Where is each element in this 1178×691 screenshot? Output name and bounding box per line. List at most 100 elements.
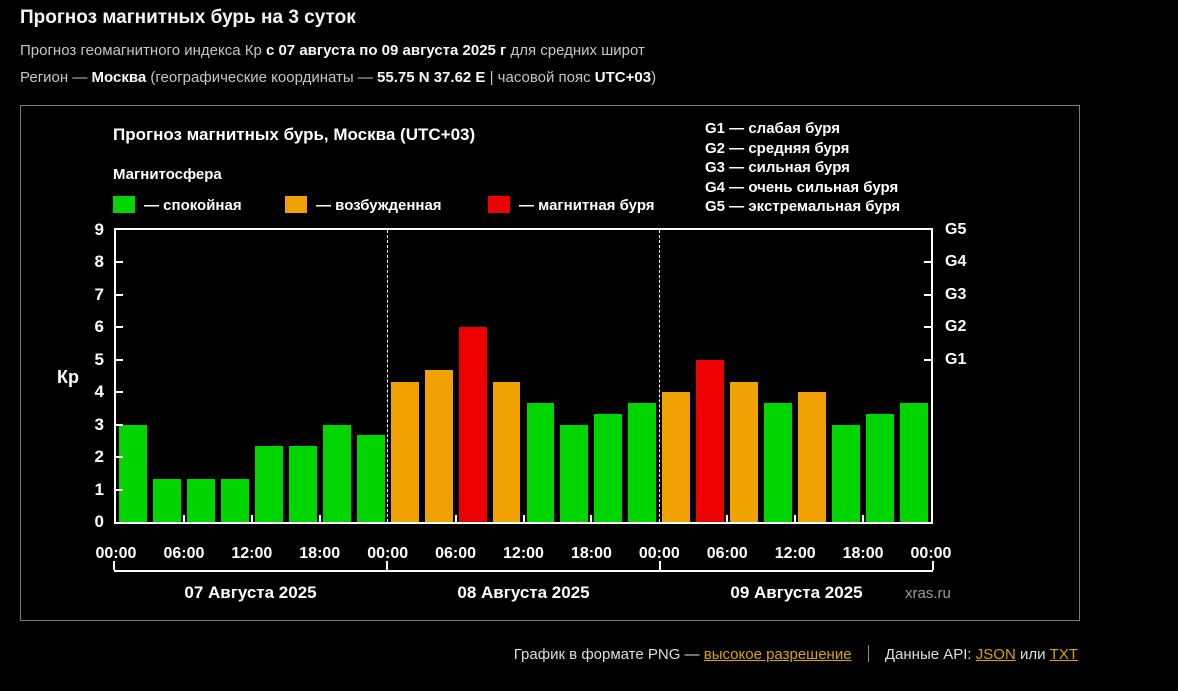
legend-swatch-storm <box>488 196 510 213</box>
txt-link[interactable]: TXT <box>1050 646 1078 663</box>
y-tick <box>116 261 123 264</box>
y-tick-label: 4 <box>94 382 104 402</box>
kp-bar <box>254 446 283 522</box>
kp-bar <box>560 424 589 522</box>
x-tick <box>522 515 525 522</box>
y-tick-label: 9 <box>94 220 104 239</box>
region-tz-prefix: | часовой пояс <box>489 69 591 86</box>
day-separator <box>658 230 660 522</box>
footer-separator <box>867 645 869 662</box>
x-tick <box>182 515 185 522</box>
region-line: Регион — Москва (географические координа… <box>20 69 1158 86</box>
region-name: Москва <box>91 69 147 86</box>
time-label: 06:00 <box>706 545 748 562</box>
time-label: 06:00 <box>435 545 477 562</box>
time-label: 00:00 <box>95 545 137 562</box>
y-tick-label: 7 <box>94 284 104 304</box>
kp-bar <box>798 392 827 522</box>
y-tick-label: 3 <box>94 414 104 434</box>
time-label: 12:00 <box>503 545 544 562</box>
g-legend-line-g4: G4 — очень сильная буря <box>705 178 899 196</box>
region-close-paren: ) <box>651 69 657 86</box>
legend-label-excited: — возбужденная <box>316 197 442 214</box>
g-scale-label: G1 <box>945 350 967 368</box>
y-tick <box>116 293 123 296</box>
legend-label-storm: — магнитная буря <box>519 197 655 214</box>
date-label: 08 Августа 2025 <box>457 583 590 602</box>
g-legend-line-g5: G5 — экстремальная буря <box>705 198 901 215</box>
png-format-text: График в формате PNG — <box>513 646 700 663</box>
y-tick-label: 8 <box>94 252 104 272</box>
legend-label-quiet: — спокойная <box>144 197 242 214</box>
date-axis-tick <box>386 561 388 570</box>
kp-bar <box>866 413 895 522</box>
subtitle-line: Прогноз геомагнитного индекса Кр с 07 ав… <box>20 42 1158 59</box>
g-tick <box>924 358 931 361</box>
legend-item-quiet: — спокойная <box>113 196 242 216</box>
g-tick <box>924 293 931 296</box>
x-tick <box>726 515 729 522</box>
date-axis <box>114 570 933 572</box>
time-label: 00:00 <box>910 545 952 562</box>
g-scale-legend: G1 — слабая буря G2 — средняя буря G3 — … <box>705 119 900 217</box>
kp-bar <box>764 402 793 522</box>
kp-bar <box>356 435 385 522</box>
kp-bar <box>526 402 555 522</box>
legend-swatch-excited <box>285 196 307 213</box>
date-label: 09 Августа 2025 <box>730 583 863 602</box>
legend-item-excited: — возбужденная <box>285 196 442 216</box>
date-axis-tick <box>113 561 115 570</box>
legend-item-storm: — магнитная буря <box>488 196 655 216</box>
time-label: 18:00 <box>842 545 884 562</box>
g-scale-label: G3 <box>945 285 967 303</box>
y-tick-label: 0 <box>94 512 104 531</box>
x-tick <box>318 515 321 522</box>
g-scale-label: G4 <box>945 253 967 271</box>
kp-bar <box>458 327 487 522</box>
date-label: 07 Августа 2025 <box>184 583 317 602</box>
footer: График в формате PNG — высокое разрешени… <box>20 645 1078 663</box>
subtitle-prefix: Прогноз геомагнитного индекса Кр <box>20 42 262 59</box>
y-tick <box>116 326 123 329</box>
time-label: 12:00 <box>774 545 816 562</box>
high-resolution-link[interactable]: высокое разрешение <box>704 646 852 663</box>
x-tick <box>454 515 457 522</box>
y-tick-label: 1 <box>94 479 104 499</box>
json-link[interactable]: JSON <box>976 646 1016 663</box>
time-label: 06:00 <box>163 545 205 562</box>
page: Прогноз магнитных бурь на 3 суток Прогно… <box>0 0 1178 663</box>
kp-bar <box>322 424 351 522</box>
y-tick <box>116 423 123 426</box>
plot-area <box>114 228 933 524</box>
day-separator <box>387 230 389 522</box>
kp-bar <box>390 381 419 522</box>
time-label: 18:00 <box>299 545 341 562</box>
kp-bar <box>152 478 181 522</box>
kp-bar <box>696 359 725 522</box>
y-tick-label: 2 <box>94 447 104 467</box>
y-tick <box>116 456 123 459</box>
magnetosphere-label: Магнитосфера <box>113 166 222 183</box>
x-tick <box>250 515 253 522</box>
y-tick <box>116 358 123 361</box>
x-tick <box>794 515 797 522</box>
watermark: xras.ru <box>905 585 951 602</box>
y-tick-label: 6 <box>94 317 104 337</box>
time-label: 18:00 <box>570 545 612 562</box>
kp-bar <box>628 402 657 522</box>
g-legend-line-g1: G1 — слабая буря <box>705 120 841 137</box>
subtitle-date-range: с 07 августа по 09 августа 2025 г <box>265 42 507 59</box>
g-tick <box>924 326 931 329</box>
chart-panel: Прогноз магнитных бурь, Москва (UTC+03) … <box>20 105 1080 621</box>
time-label: 12:00 <box>231 545 273 562</box>
kp-bar <box>832 424 861 522</box>
region-timezone: UTC+03 <box>594 69 652 86</box>
kp-bar <box>900 402 928 522</box>
or-text: или <box>1019 646 1046 663</box>
kp-bar <box>288 446 317 522</box>
region-coords-prefix: (географические координаты — <box>150 69 373 86</box>
y-tick-label: 5 <box>94 349 104 369</box>
kp-bar <box>186 478 215 522</box>
region-coords: 55.75 N 37.62 E <box>377 69 486 86</box>
kp-bar <box>424 370 453 522</box>
